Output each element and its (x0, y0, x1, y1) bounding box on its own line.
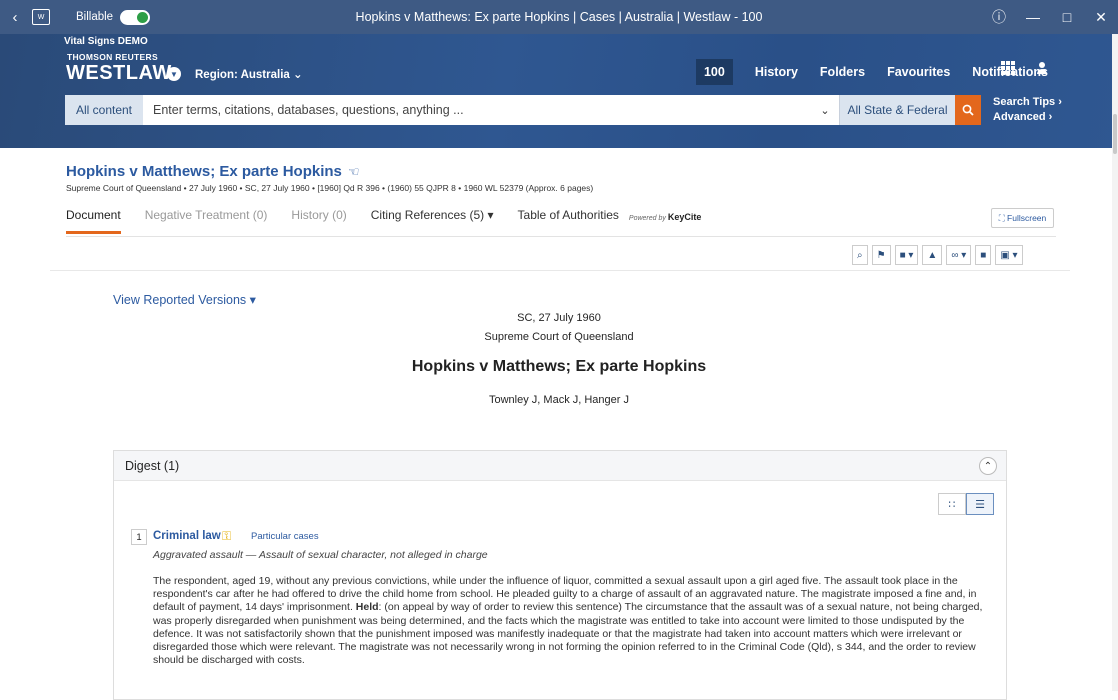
chevron-down-icon[interactable]: ⌄ (811, 95, 839, 125)
window-controls: ⓘ — □ ✕ (982, 0, 1118, 34)
digest-entry-body: The respondent, aged 19, without any pre… (153, 575, 993, 667)
digest-entry-catchwords: Aggravated assault — Assault of sexual c… (153, 549, 488, 561)
nav-favourites[interactable]: Favourites (887, 65, 950, 79)
close-icon[interactable]: ✕ (1084, 9, 1118, 26)
tab-document[interactable]: Document (66, 208, 121, 234)
page-scrollbar[interactable] (1112, 34, 1118, 691)
document-title-text: Hopkins v Matthews; Ex parte Hopkins (66, 163, 342, 180)
toolbar-divider (50, 270, 1070, 271)
tab-history[interactable]: History (0) (291, 208, 346, 234)
tab-citing-label: Citing References (5) (370, 208, 485, 222)
search-tips-link[interactable]: Search Tips › (993, 95, 1062, 110)
nav-folders[interactable]: Folders (820, 65, 865, 79)
digest-held-label: Held (355, 601, 379, 614)
document-toolbar: ⌕ ⚑ ■ ▾ ▲ ∞ ▾ ■ ▣ ▾ (848, 245, 1023, 265)
digest-heading: Digest (1) (114, 451, 1006, 481)
court-date: SC, 27 July 1960 (517, 312, 601, 324)
digest-entry-subtopic[interactable]: Particular cases (251, 531, 319, 542)
digest-panel: Digest (1) ⌃ ∷ ☰ 1 Criminal law ⚿ Partic… (113, 450, 1007, 700)
deliver-icon[interactable]: ▣ ▾ (995, 245, 1023, 265)
jurisdiction-selector[interactable]: All State & Federal (839, 95, 955, 125)
keycite-label: KeyCite (667, 212, 702, 222)
add-note-icon[interactable]: ■ ▾ (894, 245, 919, 265)
region-selector[interactable]: Region: Australia ⌄ (195, 67, 303, 81)
top-nav: 100 History Folders Favourites Notificat… (695, 59, 1048, 85)
help-icon[interactable]: ⓘ (982, 7, 1016, 27)
case-title: Hopkins v Matthews; Ex parte Hopkins (411, 358, 707, 375)
digest-entry-number: 1 (131, 529, 147, 545)
fullscreen-button[interactable]: ⛶ Fullscreen (991, 208, 1054, 228)
keycite-badge: Powered by KeyCite (629, 212, 701, 234)
demo-label: Vital Signs DEMO (64, 36, 148, 47)
judges: Townley J, Mack J, Hanger J (489, 394, 629, 406)
billable-label: Billable (76, 11, 114, 23)
document-title: Hopkins v Matthews; Ex parte Hopkins ☜ (66, 163, 360, 180)
view-reported-versions[interactable]: View Reported Versions ▾ (113, 292, 256, 307)
powered-label: Powered by (628, 215, 666, 222)
nav-history[interactable]: History (755, 65, 798, 79)
region-label: Region: Australia (195, 69, 290, 81)
search-icon (962, 104, 974, 116)
view-reported-label: View Reported Versions (113, 293, 247, 307)
window-titlebar: ‹ W Billable Hopkins v Matthews: Ex part… (0, 0, 1118, 34)
court-name: Supreme Court of Queensland (484, 331, 634, 343)
advanced-search-link[interactable]: Advanced › (993, 110, 1062, 125)
document-metadata: Supreme Court of Queensland • 27 July 19… (66, 183, 594, 193)
search-input[interactable] (143, 95, 811, 125)
fullscreen-label: Fullscreen (1007, 213, 1047, 223)
document-tabs: Document Negative Treatment (0) History … (66, 208, 701, 234)
search-bar: All content ⌄ All State & Federal (65, 95, 981, 125)
maximize-icon[interactable]: □ (1050, 9, 1084, 25)
grid-view-icon[interactable]: ∷ (938, 493, 966, 515)
link-icon[interactable]: ∞ ▾ (946, 245, 972, 265)
tab-citing-references[interactable]: Citing References (5) ▾ (371, 208, 494, 234)
tab-negative-treatment[interactable]: Negative Treatment (0) (145, 208, 268, 234)
folder-icon[interactable]: ■ (975, 245, 992, 265)
westlaw-logo[interactable]: WESTLAW (66, 62, 172, 85)
notification-bell-icon[interactable]: ▲ (922, 245, 943, 265)
tab-divider (66, 236, 1056, 237)
key-number-icon: ⚿ (222, 529, 232, 543)
thomson-reuters-logo: THOMSON REUTERS (67, 52, 158, 62)
view-toggle: ∷ ☰ (938, 493, 994, 515)
site-header: Vital Signs DEMO THOMSON REUTERS WESTLAW… (0, 34, 1118, 148)
product-menu-icon[interactable]: ▼ (167, 67, 181, 81)
collapse-icon[interactable]: ⌃ (979, 457, 997, 475)
content-type-selector[interactable]: All content (65, 95, 143, 125)
keycite-flag-icon[interactable]: ☜ (348, 164, 360, 179)
history-count[interactable]: 100 (695, 59, 733, 85)
list-view-icon[interactable]: ☰ (966, 493, 994, 515)
user-icon[interactable] (1036, 62, 1048, 74)
digest-entry-title[interactable]: Criminal law (153, 530, 221, 542)
fullscreen-icon: ⛶ (998, 212, 1008, 223)
apps-grid-icon[interactable] (1001, 61, 1015, 75)
search-links: Search Tips › Advanced › (993, 95, 1062, 125)
tab-table-of-authorities[interactable]: Table of Authorities (518, 208, 619, 234)
hide-annotations-icon[interactable]: ⚑ (871, 245, 891, 265)
window-icon[interactable]: W (32, 9, 50, 25)
billable-toggle[interactable] (120, 9, 151, 25)
search-in-doc-icon[interactable]: ⌕ (852, 245, 868, 265)
search-button[interactable] (955, 95, 981, 125)
back-icon[interactable]: ‹ (4, 9, 26, 26)
minimize-icon[interactable]: — (1016, 9, 1050, 25)
window-title: Hopkins v Matthews: Ex parte Hopkins | C… (355, 10, 763, 24)
